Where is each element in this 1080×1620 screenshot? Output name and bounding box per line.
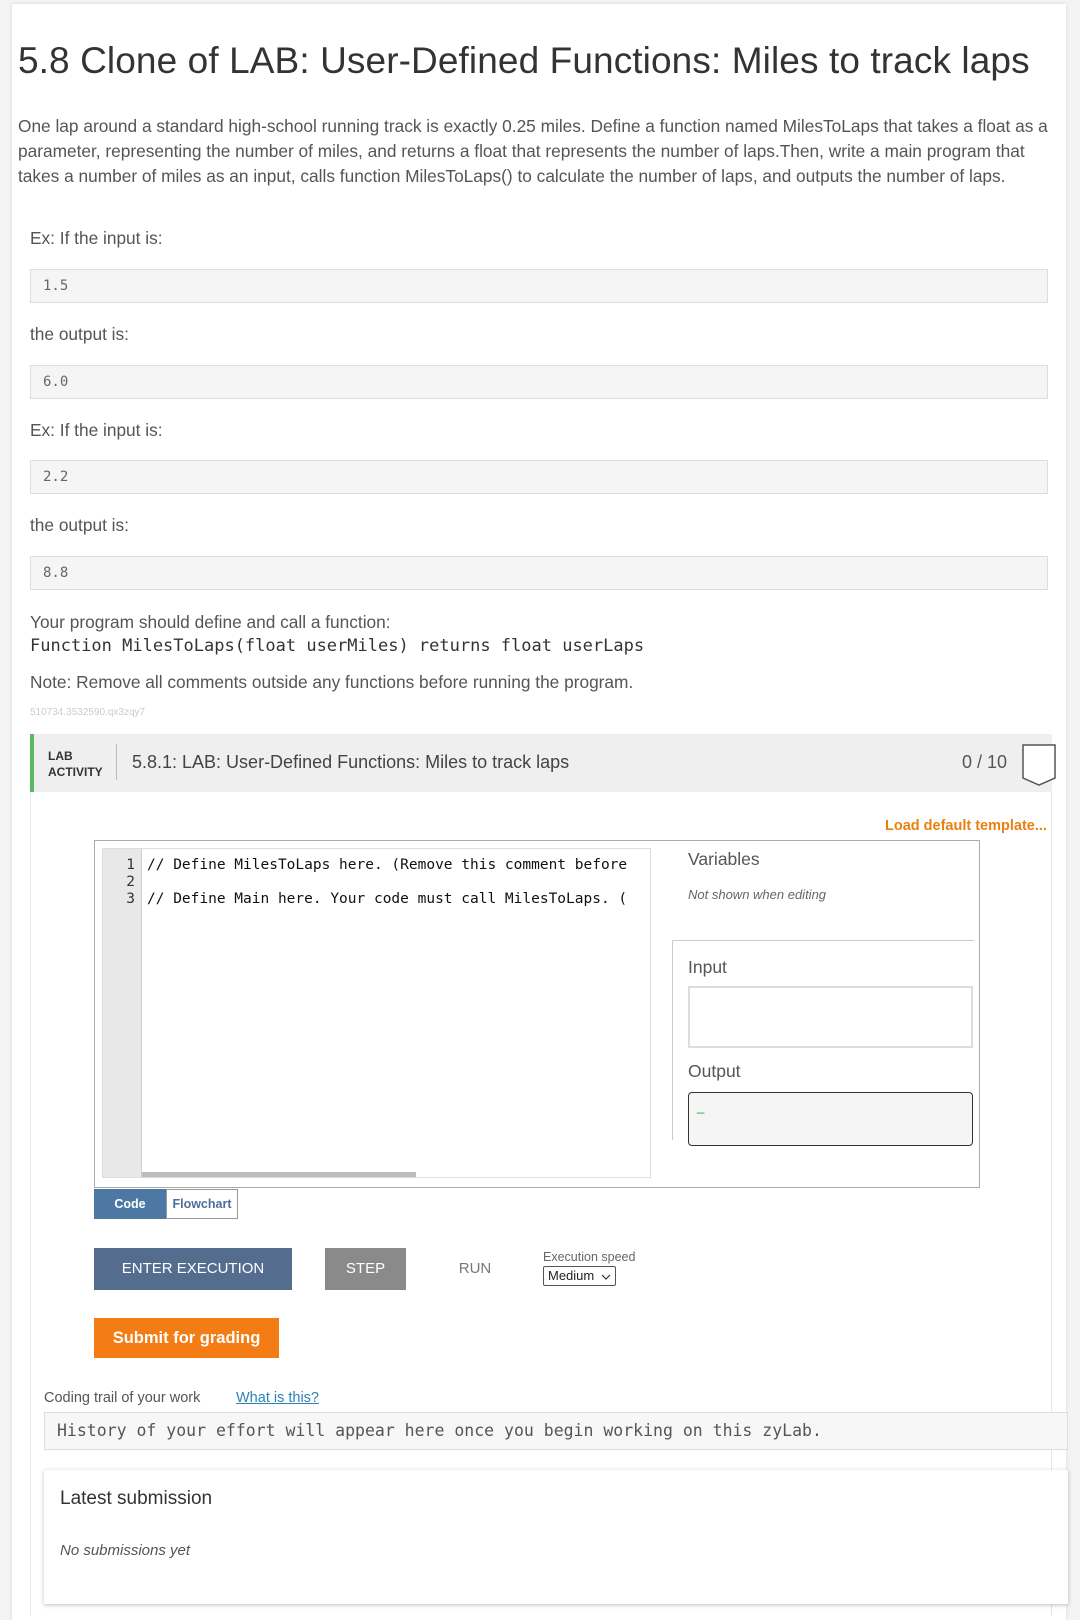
example-1-intro: Ex: If the input is: xyxy=(30,228,163,248)
variables-note: Not shown when editing xyxy=(688,887,827,902)
function-signature: Function MilesToLaps(float userMiles) re… xyxy=(30,636,645,656)
example-1-output-intro: the output is: xyxy=(30,324,129,344)
coding-trail-history: History of your effort will appear here … xyxy=(44,1412,1068,1450)
program-output-console: _ xyxy=(688,1092,973,1146)
activity-id: 510734.3532590.qx3zqy7 xyxy=(30,707,146,718)
output-label: Output xyxy=(688,1061,741,1081)
submit-for-grading-button[interactable]: Submit for grading xyxy=(94,1318,279,1358)
input-label: Input xyxy=(688,957,727,977)
lab-description: One lap around a standard high-school ru… xyxy=(18,116,1048,186)
example-2-intro: Ex: If the input is: xyxy=(30,420,163,440)
no-submissions-note: No submissions yet xyxy=(60,1542,191,1559)
example-2-output: 8.8 xyxy=(30,556,1048,590)
code-line[interactable]: // Define Main here. Your code must call… xyxy=(147,891,627,908)
example-2-output-intro: the output is: xyxy=(30,515,129,535)
run-button[interactable]: RUN xyxy=(445,1248,505,1290)
latest-submission-card: Latest submission No submissions yet xyxy=(44,1470,1068,1604)
panel-divider xyxy=(672,940,974,941)
example-1-output: 6.0 xyxy=(30,365,1048,399)
output-cursor: _ xyxy=(697,1099,705,1114)
code-editor[interactable]: 1 2 3 // Define MilesToLaps here. (Remov… xyxy=(102,848,651,1178)
example-1-input: 1.5 xyxy=(30,269,1048,303)
header-divider xyxy=(116,744,117,780)
execution-speed-value: Medium xyxy=(548,1268,595,1283)
line-number: 2 xyxy=(126,874,135,890)
lab-activity-header: LAB ACTIVITY 5.8.1: LAB: User-Defined Fu… xyxy=(30,734,1056,792)
execution-speed-select[interactable]: Medium xyxy=(543,1266,616,1286)
chevron-down-icon xyxy=(601,1274,611,1280)
ide-container: 1 2 3 // Define MilesToLaps here. (Remov… xyxy=(94,840,980,1188)
load-default-template-link[interactable]: Load default template... xyxy=(885,818,1047,834)
variables-title: Variables xyxy=(688,849,760,869)
lab-activity-tag: LAB ACTIVITY xyxy=(48,749,103,779)
step-button[interactable]: STEP xyxy=(325,1248,406,1290)
score: 0 / 10 xyxy=(962,752,1008,772)
horizontal-scrollbar[interactable] xyxy=(142,1172,416,1177)
code-line[interactable]: // Define MilesToLaps here. (Remove this… xyxy=(147,857,627,874)
enter-execution-button[interactable]: ENTER EXECUTION xyxy=(94,1248,292,1290)
lab-activity-title: 5.8.1: LAB: User-Defined Functions: Mile… xyxy=(132,752,570,772)
panel-divider xyxy=(672,940,673,1140)
note-text: Note: Remove all comments outside any fu… xyxy=(30,672,634,692)
function-instruction: Your program should define and call a fu… xyxy=(30,612,391,632)
line-number: 3 xyxy=(126,891,135,907)
what-is-this-link[interactable]: What is this? xyxy=(236,1390,319,1406)
latest-submission-title: Latest submission xyxy=(60,1488,213,1509)
view-toggle: Code Flowchart xyxy=(94,1189,238,1219)
tab-code[interactable]: Code xyxy=(94,1189,166,1219)
page-title: 5.8 Clone of LAB: User-Defined Functions… xyxy=(18,40,1030,81)
execution-speed-label: Execution speed xyxy=(543,1250,636,1264)
program-input-field[interactable] xyxy=(688,986,973,1048)
coding-trail-label: Coding trail of your work xyxy=(44,1390,201,1406)
line-number: 1 xyxy=(126,857,135,873)
completion-badge-icon xyxy=(1022,744,1056,786)
tab-flowchart[interactable]: Flowchart xyxy=(166,1189,238,1219)
example-2-input: 2.2 xyxy=(30,460,1048,494)
